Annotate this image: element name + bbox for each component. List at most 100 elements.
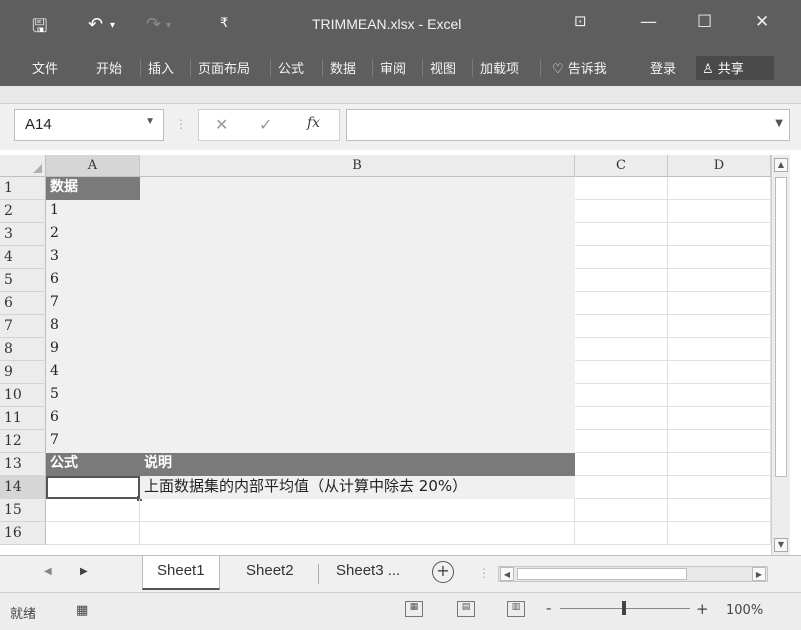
grid-cell[interactable]: [668, 361, 771, 384]
grid-cell[interactable]: [668, 499, 771, 522]
enter-icon[interactable]: ✓: [259, 115, 272, 134]
expand-formula-icon[interactable]: ▼: [775, 118, 783, 129]
chevron-down-icon[interactable]: ▼: [145, 116, 155, 127]
grid-cell[interactable]: [575, 177, 668, 200]
row-header[interactable]: 16: [0, 522, 46, 545]
grid-cell[interactable]: 6: [46, 407, 140, 430]
tab-file[interactable]: 文件: [32, 58, 58, 77]
grid-cell[interactable]: [575, 522, 668, 545]
grid-cell[interactable]: [575, 476, 668, 499]
grid-cell[interactable]: [668, 384, 771, 407]
grid-cell[interactable]: 2: [46, 223, 140, 246]
sheet-tab-sheet3[interactable]: Sheet3 ...: [322, 556, 414, 590]
normal-view-icon[interactable]: ▦: [405, 601, 423, 617]
grid-cell[interactable]: [575, 269, 668, 292]
grid-cell[interactable]: [575, 499, 668, 522]
customize-icon[interactable]: ₹: [220, 16, 228, 31]
grid-cell[interactable]: [668, 407, 771, 430]
row-header[interactable]: 10: [0, 384, 46, 407]
tab-data[interactable]: 数据: [330, 58, 356, 77]
grid-cell[interactable]: [140, 223, 575, 246]
grid-cell[interactable]: [140, 522, 575, 545]
minimize-button[interactable]: —: [640, 12, 657, 32]
drag-handle-icon[interactable]: ⋮: [175, 117, 187, 131]
row-header[interactable]: 5: [0, 269, 46, 292]
scroll-right-icon[interactable]: ▶: [752, 567, 766, 581]
column-header-a[interactable]: A: [46, 155, 140, 177]
macro-record-icon[interactable]: ▦: [76, 603, 88, 618]
grid-cell[interactable]: 7: [46, 292, 140, 315]
grid-cell[interactable]: 9: [46, 338, 140, 361]
grid-cell[interactable]: 说明: [140, 453, 575, 476]
grid-cell[interactable]: [668, 476, 771, 499]
ribbon-display-icon[interactable]: ⊡: [574, 12, 587, 30]
grid-cell[interactable]: [668, 453, 771, 476]
grid-cell[interactable]: [575, 361, 668, 384]
grid-cell[interactable]: [668, 292, 771, 315]
row-header[interactable]: 11: [0, 407, 46, 430]
tab-view[interactable]: 视图: [430, 58, 456, 77]
login-link[interactable]: 登录: [650, 58, 676, 77]
zoom-out-button[interactable]: -: [546, 599, 551, 617]
grid-cell[interactable]: [575, 453, 668, 476]
split-handle-icon[interactable]: ⋮: [478, 566, 490, 580]
formula-input[interactable]: ▼: [346, 109, 790, 141]
undo-icon[interactable]: ↶: [88, 14, 103, 35]
tab-home[interactable]: 开始: [96, 58, 122, 77]
page-layout-view-icon[interactable]: ▤: [457, 601, 475, 617]
grid-cell[interactable]: 6: [46, 269, 140, 292]
grid-cell[interactable]: [140, 246, 575, 269]
tab-addins[interactable]: 加载项: [480, 58, 519, 77]
zoom-level[interactable]: 100%: [726, 603, 763, 618]
grid-cell[interactable]: [46, 499, 140, 522]
tab-page-layout[interactable]: 页面布局: [198, 58, 250, 77]
select-all-corner[interactable]: [0, 155, 46, 177]
scroll-left-icon[interactable]: ◀: [500, 567, 514, 581]
grid-cell[interactable]: [575, 292, 668, 315]
insert-function-icon[interactable]: fx: [307, 115, 320, 131]
grid-cell[interactable]: 8: [46, 315, 140, 338]
grid-cell[interactable]: [140, 384, 575, 407]
grid-cell[interactable]: [140, 499, 575, 522]
row-header[interactable]: 15: [0, 499, 46, 522]
grid-cell[interactable]: 数据: [46, 177, 140, 200]
row-header[interactable]: 7: [0, 315, 46, 338]
grid-cell[interactable]: [668, 223, 771, 246]
vertical-scroll-thumb[interactable]: [775, 177, 787, 477]
grid-cell[interactable]: [575, 430, 668, 453]
sheet-tab-sheet1[interactable]: Sheet1: [142, 556, 220, 590]
redo-dropdown-icon[interactable]: ▾: [166, 20, 171, 31]
grid-cell[interactable]: [140, 407, 575, 430]
grid-cell[interactable]: 3: [46, 246, 140, 269]
column-header-b[interactable]: B: [140, 155, 575, 177]
tab-review[interactable]: 审阅: [380, 58, 406, 77]
grid-cell[interactable]: 上面数据集的内部平均值（从计算中除去 20%）: [140, 476, 575, 499]
page-break-view-icon[interactable]: ▥: [507, 601, 525, 617]
row-header[interactable]: 8: [0, 338, 46, 361]
sheet-tab-sheet2[interactable]: Sheet2: [232, 556, 308, 590]
grid-cell[interactable]: [46, 522, 140, 545]
tab-insert[interactable]: 插入: [148, 58, 174, 77]
grid-cell[interactable]: 公式: [46, 453, 140, 476]
grid-cell[interactable]: [668, 200, 771, 223]
cancel-icon[interactable]: ✕: [215, 115, 228, 134]
horizontal-scroll-thumb[interactable]: [517, 568, 687, 580]
add-sheet-button[interactable]: +: [432, 561, 454, 583]
worksheet-grid[interactable]: A B C D 1 数据 2 1 3 2 4 3 5 6 6 7 7 8 8 9 9 4 10 5 11 6 12 7 13 公式 说明 14…: [0, 155, 790, 555]
grid-cell[interactable]: [668, 338, 771, 361]
row-header[interactable]: 3: [0, 223, 46, 246]
grid-cell[interactable]: [140, 430, 575, 453]
row-header[interactable]: 12: [0, 430, 46, 453]
zoom-in-button[interactable]: +: [696, 600, 709, 618]
prev-sheet-icon[interactable]: ◀: [44, 566, 52, 577]
grid-cell[interactable]: [140, 200, 575, 223]
grid-cell[interactable]: [668, 269, 771, 292]
grid-cell[interactable]: 7: [46, 430, 140, 453]
grid-cell[interactable]: [140, 315, 575, 338]
column-header-c[interactable]: C: [575, 155, 668, 177]
grid-cell[interactable]: [140, 177, 575, 200]
row-header[interactable]: 6: [0, 292, 46, 315]
grid-cell[interactable]: [575, 246, 668, 269]
row-header[interactable]: 4: [0, 246, 46, 269]
row-header[interactable]: 9: [0, 361, 46, 384]
